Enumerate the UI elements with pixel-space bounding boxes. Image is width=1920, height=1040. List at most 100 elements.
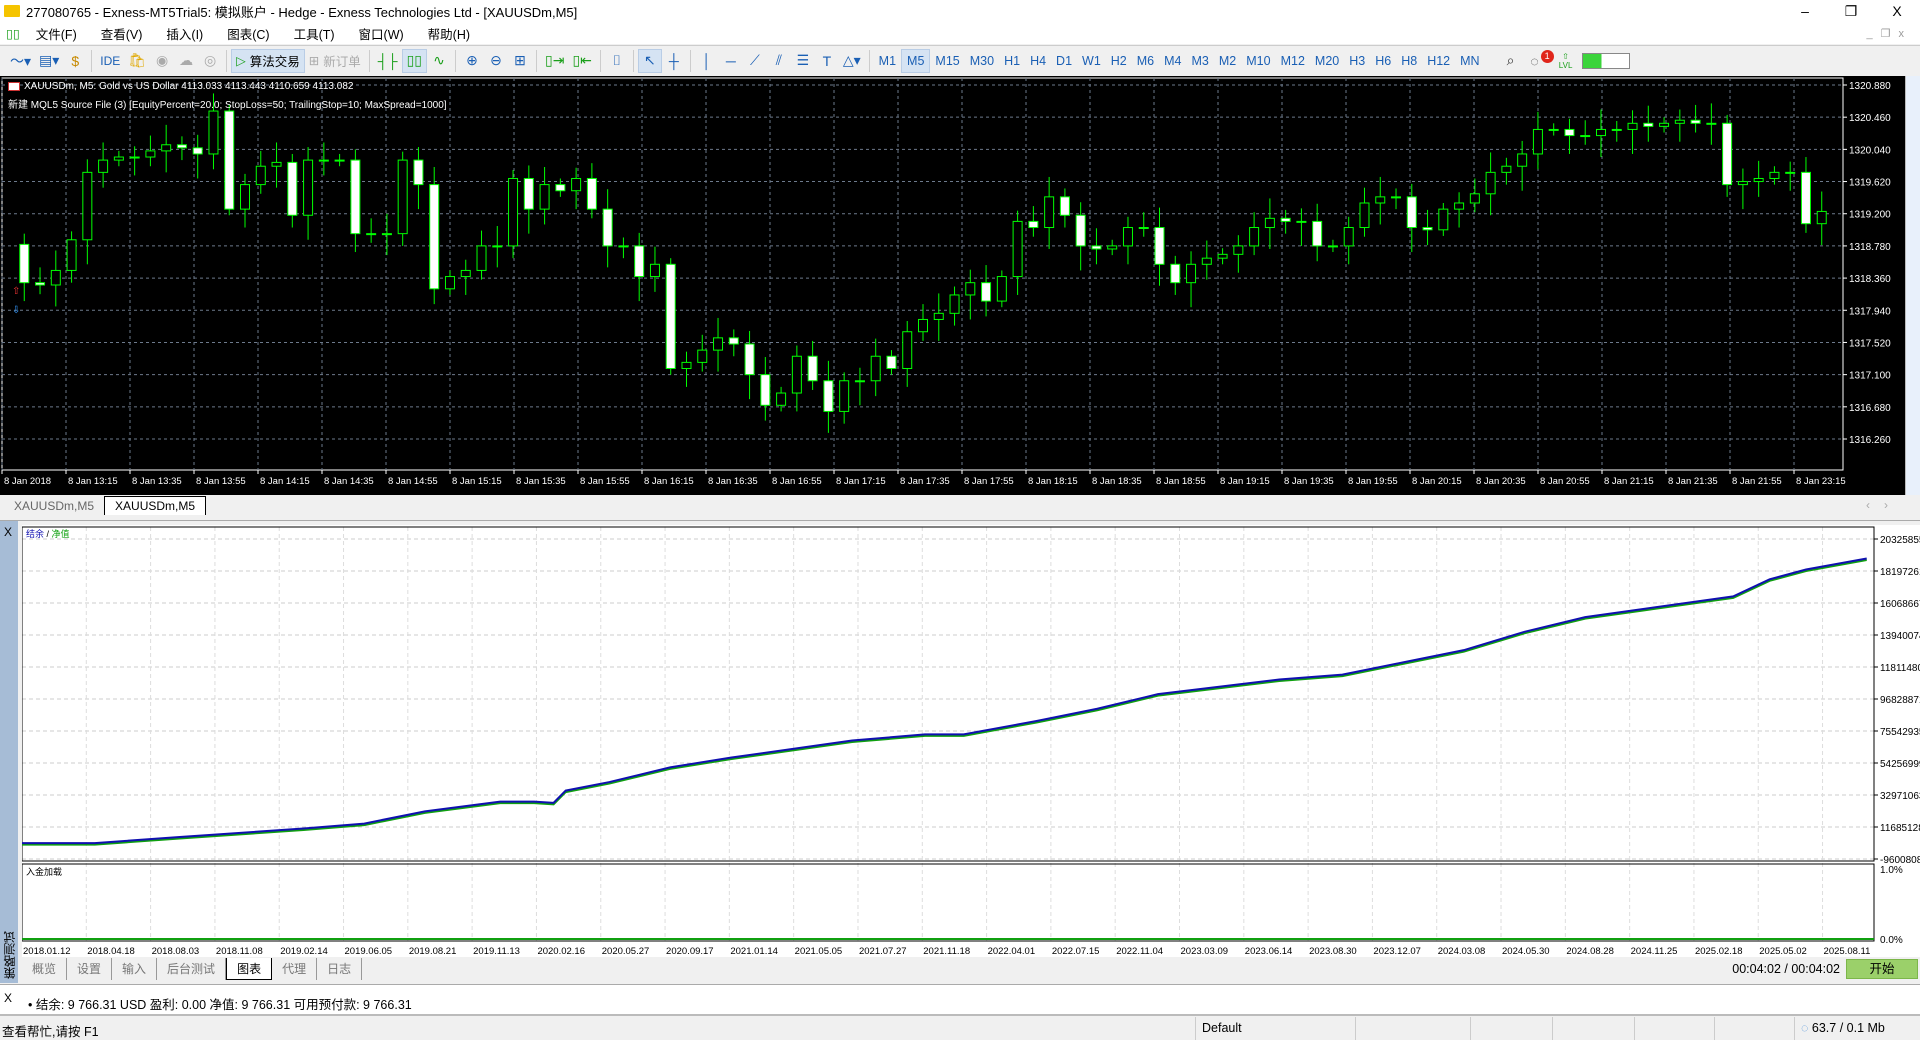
toolbox-close-button[interactable]: X: [4, 991, 12, 1005]
lvl-indicator[interactable]: ⇧ LVL: [1554, 49, 1578, 73]
timeframe-h6[interactable]: H6: [1370, 49, 1396, 73]
timeframe-m1[interactable]: M1: [874, 49, 901, 73]
algo-trading-button[interactable]: ▷ 算法交易: [231, 48, 305, 73]
timeframe-m15[interactable]: M15: [930, 49, 964, 73]
vps-icon[interactable]: ◎: [198, 49, 222, 73]
timeframe-m12[interactable]: M12: [1276, 49, 1310, 73]
tile-windows-icon[interactable]: ⊞: [508, 49, 532, 73]
timeframe-w1[interactable]: W1: [1077, 49, 1106, 73]
text-icon[interactable]: T: [815, 49, 839, 73]
tester-tab[interactable]: 设置: [67, 958, 113, 980]
tester-tab[interactable]: 后台测试: [157, 958, 227, 980]
trendline-icon[interactable]: ⟋: [743, 49, 767, 73]
menu-charts[interactable]: 图表(C): [215, 24, 281, 43]
tester-tab[interactable]: 日志: [317, 958, 363, 980]
market-bag-icon[interactable]: 🛍: [124, 49, 150, 73]
legend-balance: 结余: [26, 528, 44, 539]
time-label: 8 Jan 14:35: [324, 476, 374, 487]
y-tick-label: 13940074: [1880, 631, 1920, 642]
start-button[interactable]: 开始: [1846, 959, 1918, 979]
fibonacci-icon[interactable]: ☰: [791, 49, 815, 73]
auto-scroll-icon[interactable]: ▯⇥: [541, 49, 568, 73]
vertical-line-icon[interactable]: │: [695, 49, 719, 73]
candle-body: [476, 245, 487, 271]
shapes-icon[interactable]: △▾: [839, 49, 865, 73]
candle-body: [1406, 196, 1417, 229]
line-chart-icon[interactable]: 〜▾: [6, 49, 35, 73]
new-order-button[interactable]: ⊞ 新订单: [305, 49, 365, 73]
tester-tab[interactable]: 代理: [272, 958, 318, 980]
deposit-title: 入金加载: [26, 866, 62, 877]
crosshair-icon[interactable]: ┼: [662, 49, 686, 73]
restore-button[interactable]: ❐: [1828, 0, 1874, 22]
timeframe-mn[interactable]: MN: [1455, 49, 1484, 73]
zoom-in-icon[interactable]: ⊕: [460, 49, 484, 73]
timeframe-h12[interactable]: H12: [1422, 49, 1455, 73]
candle-body: [1091, 245, 1102, 250]
menu-file[interactable]: 文件(F): [24, 24, 89, 43]
timeframe-m3[interactable]: M3: [1187, 49, 1214, 73]
equidistant-channel-icon[interactable]: ⫽: [767, 49, 791, 73]
chart-scrollbar[interactable]: [1905, 76, 1920, 495]
tester-close-button[interactable]: X: [4, 525, 12, 539]
timeframe-m4[interactable]: M4: [1159, 49, 1186, 73]
chart-tab-active[interactable]: XAUUSDm,M5: [104, 496, 207, 515]
ide-button[interactable]: IDE: [96, 49, 124, 73]
timeframe-h1[interactable]: H1: [999, 49, 1025, 73]
timeframe-h3[interactable]: H3: [1344, 49, 1370, 73]
candle-body: [854, 380, 865, 383]
timeframe-m20[interactable]: M20: [1310, 49, 1344, 73]
x-tick-label: 2021.11.18: [923, 946, 970, 957]
tester-tab[interactable]: 概览: [22, 958, 68, 980]
candle-body: [192, 147, 203, 155]
arrow-up-icon: ⇧: [1562, 51, 1569, 61]
zoom-out-icon[interactable]: ⊖: [484, 49, 508, 73]
candle-body: [98, 159, 109, 173]
candle-body: [1674, 119, 1685, 124]
candle-body: [129, 156, 140, 159]
close-button[interactable]: X: [1874, 0, 1920, 22]
cloud-icon[interactable]: ☁: [174, 49, 198, 73]
menu-insert[interactable]: 插入(I): [154, 24, 215, 43]
mdi-controls[interactable]: _❐x: [1867, 27, 1912, 40]
x-tick-label: 2019.06.05: [345, 946, 393, 957]
timeframe-m5[interactable]: M5: [901, 48, 931, 73]
horizontal-line-icon[interactable]: ─: [719, 49, 743, 73]
screenshot-icon[interactable]: ⌷: [605, 49, 629, 73]
timeframe-m30[interactable]: M30: [965, 49, 999, 73]
window-title: 277080765 - Exness-MT5Trial5: 模拟账户 - Hed…: [26, 4, 578, 20]
timeframe-m10[interactable]: M10: [1241, 49, 1275, 73]
timeframe-d1[interactable]: D1: [1051, 49, 1077, 73]
menu-tools[interactable]: 工具(T): [282, 24, 347, 43]
timeframe-m6[interactable]: M6: [1132, 49, 1159, 73]
status-profile: Default: [1195, 1017, 1355, 1040]
tester-tab[interactable]: 图表: [226, 958, 273, 980]
candlestick-icon[interactable]: ▯▯: [401, 48, 427, 73]
price-chart[interactable]: 1320.880 1320.460 1320.040 1319.620 1319.200…: [0, 76, 1905, 495]
chart-tab[interactable]: XAUUSDm,M5: [4, 497, 104, 515]
candle-body: [571, 177, 582, 192]
cursor-icon[interactable]: ↖: [637, 48, 662, 73]
candle-body: [1359, 202, 1370, 229]
search-icon[interactable]: ⌕: [1499, 49, 1523, 73]
menu-window[interactable]: 窗口(W): [347, 24, 416, 43]
menu-view[interactable]: 查看(V): [89, 24, 155, 43]
timeframe-h8[interactable]: H8: [1396, 49, 1422, 73]
templates-icon[interactable]: ▤▾: [35, 49, 63, 73]
bar-chart-icon[interactable]: ┤├: [374, 49, 402, 73]
minimize-button[interactable]: –: [1782, 0, 1828, 22]
menu-help[interactable]: 帮助(H): [416, 24, 482, 43]
chart-shift-icon[interactable]: ▯⇤: [568, 49, 595, 73]
candle-body: [523, 177, 534, 210]
timeframe-m2[interactable]: M2: [1214, 49, 1241, 73]
x-tick-label: 2021.05.05: [795, 946, 843, 957]
timeframe-bar: M1 M5 M15 M30 H1 H4 D1 W1 H2 M6 M4 M3 M2 M10 M12 M20 H3 H…: [874, 48, 1485, 73]
tab-scroll-arrows[interactable]: ‹›: [1866, 498, 1902, 512]
price-label: 1317.940: [1849, 306, 1891, 317]
dollar-icon[interactable]: $: [63, 49, 87, 73]
line-chart-type-icon[interactable]: ∿: [427, 49, 451, 73]
signals-icon[interactable]: ◉: [150, 49, 174, 73]
timeframe-h4[interactable]: H4: [1025, 49, 1051, 73]
tester-tab[interactable]: 输入: [112, 958, 158, 980]
timeframe-h2[interactable]: H2: [1106, 49, 1132, 73]
